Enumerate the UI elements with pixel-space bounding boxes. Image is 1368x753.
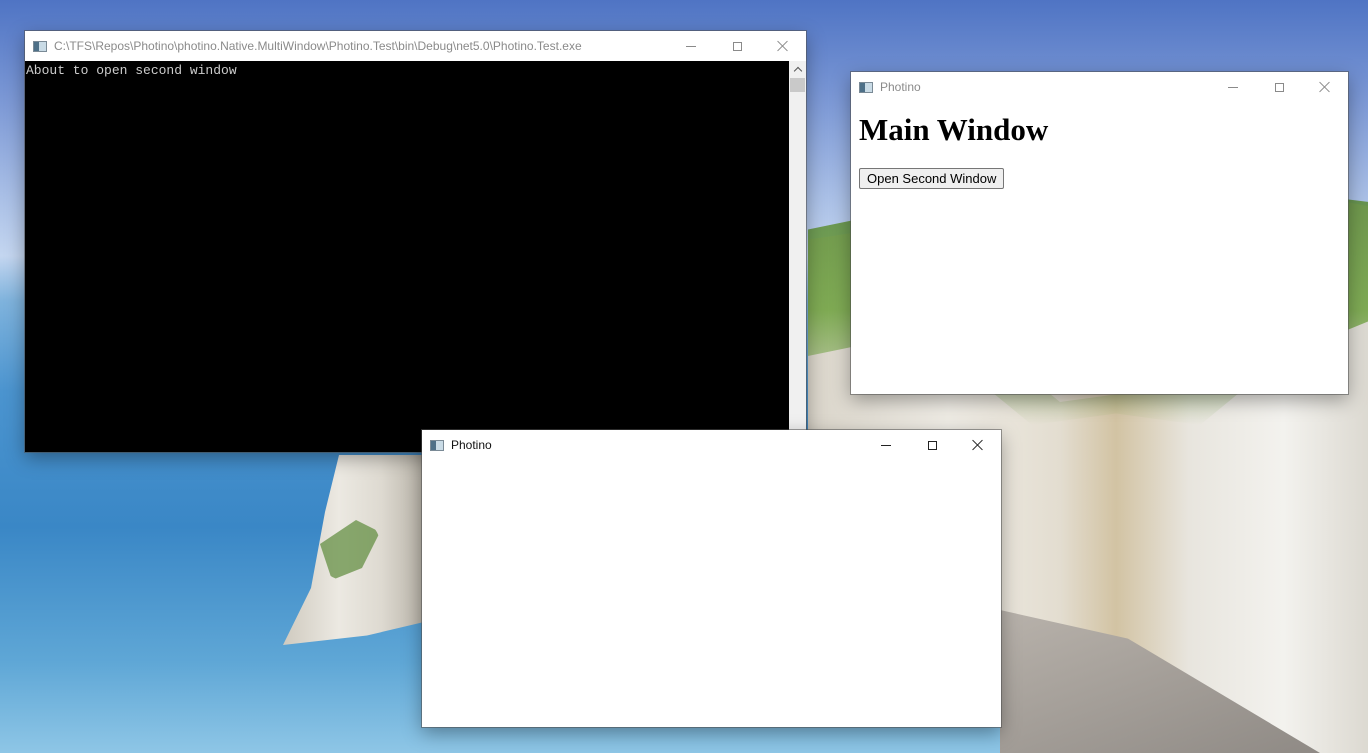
console-output[interactable]: About to open second window: [25, 61, 789, 452]
app-icon: [33, 40, 47, 52]
second-window[interactable]: Photino: [422, 430, 1001, 727]
console-caption-buttons: [668, 31, 806, 61]
maximize-button[interactable]: [909, 430, 955, 460]
main-window-caption-buttons: [1210, 72, 1348, 102]
page-heading: Main Window: [859, 112, 1049, 147]
maximize-icon: [927, 440, 937, 450]
close-button[interactable]: [955, 430, 1001, 460]
close-button[interactable]: [1302, 72, 1348, 102]
minimize-button[interactable]: [668, 31, 714, 61]
chevron-up-icon: [793, 66, 802, 76]
main-window-title: Photino: [880, 80, 921, 94]
app-icon: [430, 439, 444, 451]
minimize-button[interactable]: [1210, 72, 1256, 102]
maximize-icon: [732, 41, 742, 51]
close-icon: [1319, 81, 1331, 93]
console-scrollbar[interactable]: [789, 61, 806, 452]
minimize-button[interactable]: [863, 430, 909, 460]
close-icon: [972, 439, 984, 451]
console-output-line: About to open second window: [26, 63, 237, 78]
close-icon: [777, 40, 789, 52]
second-window-title: Photino: [451, 438, 492, 452]
main-window[interactable]: Photino Main Window Open Second Window: [851, 72, 1348, 394]
minimize-icon: [881, 444, 891, 446]
console-title: C:\TFS\Repos\Photino\photino.Native.Mult…: [54, 39, 582, 53]
scroll-up-button[interactable]: [789, 61, 806, 78]
maximize-icon: [1274, 82, 1284, 92]
scroll-thumb[interactable]: [790, 78, 805, 92]
minimize-icon: [686, 45, 696, 47]
console-titlebar[interactable]: C:\TFS\Repos\Photino\photino.Native.Mult…: [25, 31, 806, 61]
second-window-titlebar[interactable]: Photino: [422, 430, 1001, 460]
second-window-caption-buttons: [863, 430, 1001, 460]
console-window[interactable]: C:\TFS\Repos\Photino\photino.Native.Mult…: [25, 31, 806, 452]
app-icon: [859, 81, 873, 93]
second-window-content: [422, 460, 1001, 727]
open-second-window-button[interactable]: Open Second Window: [859, 168, 1005, 189]
minimize-icon: [1228, 86, 1238, 88]
maximize-button[interactable]: [1256, 72, 1302, 102]
main-window-content: Main Window Open Second Window: [851, 102, 1348, 394]
main-window-titlebar[interactable]: Photino: [851, 72, 1348, 102]
close-button[interactable]: [760, 31, 806, 61]
maximize-button[interactable]: [714, 31, 760, 61]
